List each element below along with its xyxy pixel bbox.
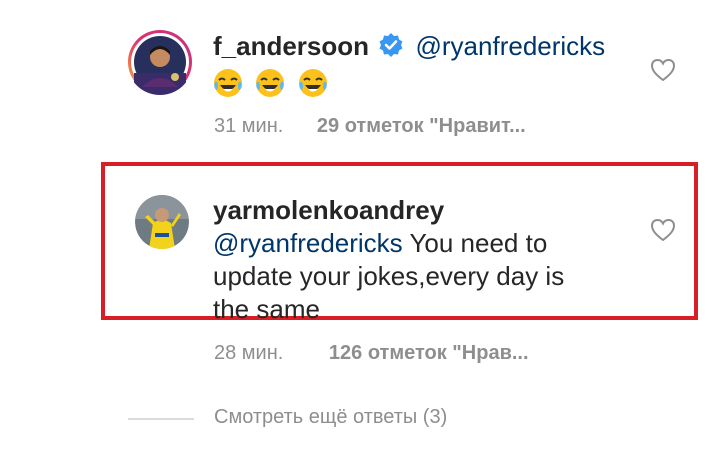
comment-1-meta: 31 мин. 29 отметок "Нравит... (214, 115, 526, 138)
emoji-row (213, 68, 653, 102)
mention-link[interactable]: @ryanfredericks (213, 228, 403, 258)
comment-text-line-1: You need to (409, 228, 548, 258)
comment-text: @ryanfredericks You need to (213, 227, 653, 260)
tears-of-joy-emoji (255, 68, 285, 98)
avatar-yarmolenkoandrey[interactable] (135, 195, 189, 249)
view-more-replies[interactable]: Смотреть ещё ответы (3) (214, 406, 447, 429)
tears-of-joy-emoji (213, 68, 243, 98)
view-more-divider (128, 418, 194, 420)
username-f-andersoon[interactable]: f_andersoon (213, 31, 369, 61)
comment-text-line-3: the same (213, 294, 320, 324)
likes-count[interactable]: 29 отметок "Нравит... (317, 115, 526, 137)
username-yarmolenkoandrey[interactable]: yarmolenkoandrey (213, 194, 653, 227)
timestamp: 31 мин. (214, 115, 284, 137)
comment-1: f_andersoon @ryanfredericks (213, 29, 653, 102)
comment-text-line-2: update your jokes,every day is (213, 261, 565, 291)
heart-icon[interactable] (650, 58, 676, 82)
likes-count[interactable]: 126 отметок "Нрав... (329, 342, 529, 364)
avatar-f-andersoon[interactable] (127, 29, 193, 95)
heart-icon[interactable] (650, 218, 676, 242)
timestamp: 28 мин. (214, 342, 284, 364)
comment-2-meta: 28 мин. 126 отметок "Нрав... (214, 342, 529, 365)
tears-of-joy-emoji (298, 68, 328, 98)
mention-link[interactable]: @ryanfredericks (416, 31, 606, 61)
verified-badge-icon (378, 32, 404, 66)
comment-2: yarmolenkoandrey @ryanfredericks You nee… (213, 194, 653, 326)
